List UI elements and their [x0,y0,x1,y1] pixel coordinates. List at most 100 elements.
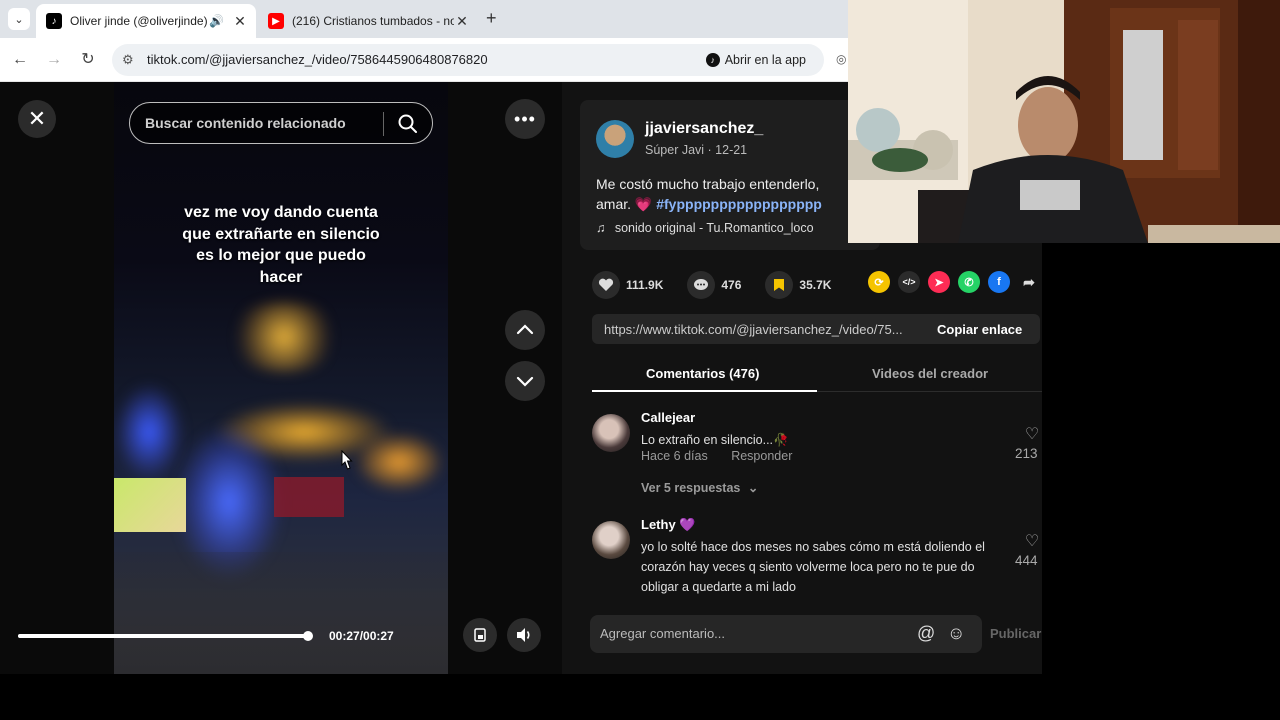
comment-count: 476 [721,278,742,292]
close-tab-icon[interactable]: ✕ [454,13,470,30]
hashtag-link[interactable]: #fyppppppppppppppppp [656,196,822,212]
heart-icon[interactable] [592,271,620,299]
avatar[interactable] [596,120,634,158]
volume-icon [517,628,530,642]
view-replies-button[interactable]: Ver 5 respuestas ⌄ [641,480,758,495]
more-options-button[interactable]: ••• [505,99,545,139]
comment-like-count: 444 [1015,553,1038,568]
close-video-button[interactable]: ✕ [18,100,56,138]
floating-player-button[interactable] [463,618,497,652]
reload-icon[interactable]: ↻ [78,50,98,70]
chevron-down-icon: ⌄ [747,481,759,495]
close-tab-icon[interactable]: ✕ [232,13,248,30]
video-stage: vez me voy dando cuenta que extrañarte e… [0,82,562,674]
new-tab-button[interactable]: + [486,8,497,29]
avatar[interactable] [592,521,630,559]
panel-tabs: Comentarios (476) Videos del creador [592,362,1042,392]
emoji-icon[interactable]: ☺ [947,623,965,644]
browser-tab-tiktok[interactable]: ♪ Oliver jinde (@oliverjinde) | 🔊 ✕ [36,4,256,38]
browser-nav-bar: ← → ↻ ⚙ tiktok.com/@jjaviersanchez_/vide… [0,38,848,82]
publish-button[interactable]: Publicar [990,626,1041,641]
view-replies-label: Ver 5 respuestas [641,481,741,495]
comment-placeholder[interactable]: Agregar comentario... [600,626,725,641]
search-placeholder[interactable]: Buscar contenido relacionado [145,115,346,131]
active-tab-underline [592,390,817,392]
comment-like-count: 213 [1015,446,1038,461]
caption-line: vez me voy dando cuenta [184,204,378,221]
save-stat[interactable]: 35.7K [765,271,831,299]
whatsapp-icon[interactable]: ✆ [958,271,980,293]
speaker-icon[interactable]: 🔊 [209,14,224,28]
bookmark-icon[interactable] [765,271,794,299]
like-stat[interactable]: 111.9K [592,271,663,299]
comment-like-icon[interactable]: ♡ [1020,531,1042,551]
author-card: jjaviersanchez_ Súper Javi · 12-21 Me co… [580,100,880,250]
comment-time: Hace 6 días [641,449,708,463]
tiktok-icon: ♪ [705,53,720,67]
video-time: 00:27/00:27 [329,629,394,643]
mention-icon[interactable]: @ [917,623,935,644]
copy-link-button[interactable]: Copiar enlace [937,322,1022,337]
description-line: amar. 💗 [596,196,653,212]
engagement-stats: 111.9K 476 35.7K [592,270,855,300]
music-title[interactable]: sonido original - Tu.Romantico_loco [615,221,814,235]
progress-handle[interactable] [303,631,313,641]
caption-line: que extrañarte en silencio [182,225,380,243]
share-options: ⟳ </> ➤ ✆ f ➦ [868,271,1040,293]
video-player[interactable]: vez me voy dando cuenta que extrañarte e… [114,82,448,674]
music-note-icon: ♫ [596,221,606,235]
avatar[interactable] [592,414,630,452]
comment-text: yo lo solté hace dos meses no sabes cómo… [641,540,985,594]
address-bar[interactable]: ⚙ tiktok.com/@jjaviersanchez_/video/7586… [112,44,824,76]
related-search-box[interactable]: Buscar contenido relacionado [129,102,433,144]
comment-like-icon[interactable]: ♡ [1020,424,1042,444]
tab-title: (216) Cristianos tumbados - no [292,14,454,28]
comment-icon[interactable] [687,271,716,299]
comment-username[interactable]: Callejear [641,410,695,425]
forward-icon[interactable]: → [44,50,64,70]
repost-icon[interactable]: ⟳ [868,271,890,293]
previous-video-button[interactable] [505,310,545,350]
youtube-favicon-icon: ▶ [268,13,284,29]
chevron-down-icon [516,376,534,387]
music-info[interactable]: ♫ sonido original - Tu.Romantico_loco [596,221,814,235]
comment-input[interactable]: Agregar comentario... @ ☺ [590,615,982,653]
site-info-icon[interactable]: ⚙ [122,52,134,68]
extension-icon[interactable]: ◎ [836,52,846,66]
next-video-button[interactable] [505,361,545,401]
webcam-image [848,0,1280,243]
share-arrow-icon[interactable]: ➦ [1018,271,1040,293]
tab-search-button[interactable]: ⌄ [8,8,30,30]
browser-tab-youtube[interactable]: ▶ (216) Cristianos tumbados - no ✕ [258,4,478,38]
video-link[interactable]: https://www.tiktok.com/@jjaviersanchez_/… [604,322,924,337]
caption-line: es lo mejor que puedo [196,247,366,264]
tab-title: Oliver jinde (@oliverjinde) | [70,14,210,28]
author-username[interactable]: jjaviersanchez_ [645,120,763,138]
tab-creator-videos[interactable]: Videos del creador [872,366,988,381]
comment-username[interactable]: Lethy 💜 [641,517,695,533]
video-caption: vez me voy dando cuenta que extrañarte e… [114,202,448,288]
back-icon[interactable]: ← [10,50,30,70]
search-icon[interactable] [396,112,420,136]
comment-stat[interactable]: 476 [687,271,741,299]
chevron-up-icon [516,324,534,335]
embed-code-icon[interactable]: </> [898,271,920,293]
save-count: 35.7K [799,278,832,292]
author-nickname-date: Súper Javi · 12-21 [645,143,748,157]
divider [383,112,384,136]
browser-tab-bar: ⌄ ♪ Oliver jinde (@oliverjinde) | 🔊 ✕ ▶ … [0,0,848,38]
facebook-icon[interactable]: f [988,271,1010,293]
copy-link-row: https://www.tiktok.com/@jjaviersanchez_/… [592,314,1040,344]
progress-fill [18,634,308,638]
url-text[interactable]: tiktok.com/@jjaviersanchez_/video/758644… [147,52,488,67]
screen: ⌄ ♪ Oliver jinde (@oliverjinde) | 🔊 ✕ ▶ … [0,0,1280,720]
tab-comments[interactable]: Comentarios (476) [646,366,759,381]
like-count: 111.9K [626,278,664,292]
volume-button[interactable] [507,618,541,652]
floating-player-icon [474,628,486,642]
video-progress-bar[interactable] [18,631,313,641]
comment-list: Callejear Lo extraño en silencio...🥀 Hac… [592,410,1042,596]
reply-button[interactable]: Responder [731,449,792,463]
send-icon[interactable]: ➤ [928,271,950,293]
open-in-app-button[interactable]: ♪ Abrir en la app [700,49,814,71]
